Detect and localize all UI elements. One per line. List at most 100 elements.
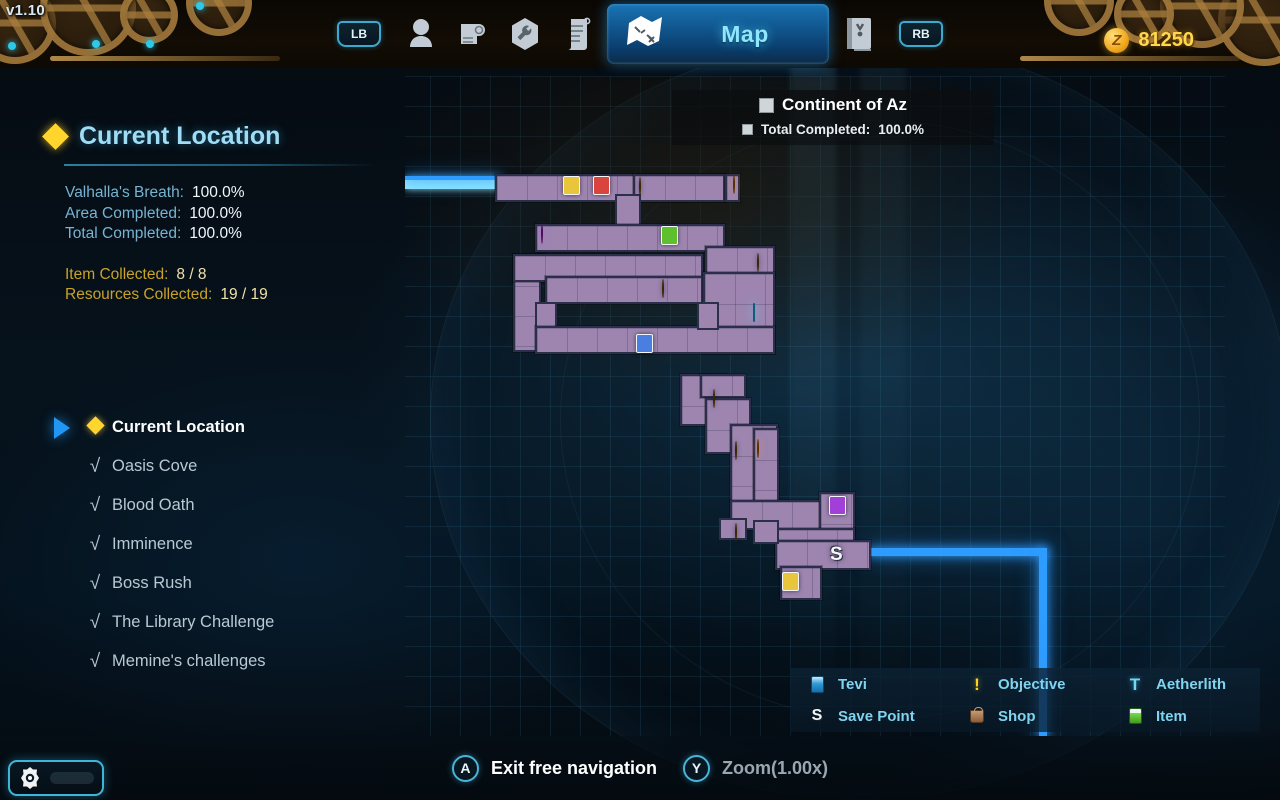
map-room bbox=[700, 374, 746, 398]
hint-zoom[interactable]: Y Zoom(1.00x) bbox=[683, 754, 829, 782]
legend-label: Objective bbox=[998, 675, 1066, 693]
tab-settings[interactable] bbox=[499, 11, 551, 57]
map-corridor bbox=[615, 194, 641, 226]
map-header-sub-row: Total Completed: 100.0% bbox=[672, 122, 994, 137]
map-room bbox=[633, 174, 725, 202]
right-bumper-button[interactable]: RB bbox=[899, 21, 943, 47]
stat-value: 100.0% bbox=[192, 184, 245, 201]
stat-key: Area Completed: bbox=[65, 204, 182, 222]
map-header-title-row: Continent of Az bbox=[672, 95, 994, 115]
hint-exit-free-navigation[interactable]: A Exit free navigation bbox=[451, 754, 657, 782]
sidebar-item-label: Imminence bbox=[112, 535, 193, 553]
tab-equipment[interactable] bbox=[447, 11, 499, 57]
map-path-segment bbox=[405, 176, 500, 180]
tab-bar: LB Map RB bbox=[0, 0, 1280, 68]
gear-icon bbox=[18, 766, 42, 790]
map-icon-item bbox=[636, 334, 653, 353]
legend-item-shop: Shop bbox=[968, 706, 1126, 725]
sidebar-item-label: Oasis Cove bbox=[112, 457, 198, 475]
sidebar-item-label: Current Location bbox=[112, 418, 245, 436]
journal-icon bbox=[847, 18, 871, 51]
button-a-icon: A bbox=[451, 754, 479, 782]
tevi-icon bbox=[808, 675, 826, 693]
version-label: v1.10 bbox=[6, 2, 46, 19]
location-list: Current Location √ Oasis Cove √ Blood Oa… bbox=[46, 408, 386, 681]
map-path-segment bbox=[405, 179, 500, 189]
scroll-icon bbox=[567, 17, 591, 50]
item-icon bbox=[1126, 708, 1144, 724]
collection-value: 19 / 19 bbox=[220, 286, 268, 303]
map-icon-gem bbox=[541, 225, 543, 244]
collection-row: Resources Collected: 19 / 19 bbox=[65, 285, 268, 306]
sidebar-item-label: Boss Rush bbox=[112, 574, 192, 592]
equipment-icon bbox=[461, 24, 485, 44]
stat-key: Valhalla's Breath: bbox=[65, 184, 184, 201]
map-corridor bbox=[753, 520, 779, 544]
sidebar-item-label: Memine's challenges bbox=[112, 652, 266, 670]
map-icon-item bbox=[829, 496, 846, 515]
map-completion-icon bbox=[741, 124, 753, 135]
map-icon-item bbox=[563, 176, 580, 195]
map-room bbox=[535, 224, 725, 252]
map-corridor bbox=[697, 302, 719, 330]
wrench-icon bbox=[512, 18, 538, 50]
legend-label: Aetherlith bbox=[1156, 675, 1227, 693]
sidebar-divider bbox=[64, 164, 376, 166]
map-icon-resource bbox=[757, 253, 759, 272]
map-canvas[interactable]: Continent of Az Total Completed: 100.0% bbox=[405, 76, 1225, 736]
map-header-icon bbox=[759, 97, 775, 113]
legend-item-aetherlith: T Aetherlith bbox=[1126, 676, 1278, 693]
sidebar-item-memines-challenges[interactable]: √ Memine's challenges bbox=[46, 642, 386, 681]
character-icon bbox=[410, 19, 432, 47]
sidebar-header: Current Location bbox=[42, 122, 281, 151]
collection-key: Item Collected: bbox=[65, 265, 169, 283]
save-point-icon: S bbox=[811, 707, 823, 724]
collection-key: Resources Collected: bbox=[65, 286, 213, 303]
map-icon-resource bbox=[735, 523, 737, 542]
map-corridor bbox=[719, 518, 747, 540]
tab-character[interactable] bbox=[395, 11, 447, 57]
hint-label: Exit free navigation bbox=[490, 757, 657, 778]
tab-journal[interactable] bbox=[833, 11, 885, 57]
legend-label: Tevi bbox=[838, 675, 867, 693]
legend-item-tevi: Tevi bbox=[808, 675, 968, 693]
sidebar-item-oasis-cove[interactable]: √ Oasis Cove bbox=[46, 447, 386, 486]
sidebar-item-library-challenge[interactable]: √ The Library Challenge bbox=[46, 603, 386, 642]
map-header: Continent of Az Total Completed: 100.0% bbox=[672, 90, 994, 145]
tab-map[interactable]: Map bbox=[607, 4, 829, 64]
stat-row: Total Completed: 100.0% bbox=[65, 224, 268, 245]
map-icon-aetherlith bbox=[753, 303, 755, 322]
page-title: Current Location bbox=[79, 122, 281, 150]
left-bumper-button[interactable]: LB bbox=[337, 21, 381, 47]
diamond-icon bbox=[42, 123, 69, 150]
sidebar-item-blood-oath[interactable]: √ Blood Oath bbox=[46, 486, 386, 525]
sidebar-stats: Valhalla's Breath: 100.0% Area Completed… bbox=[65, 183, 268, 306]
sidebar-item-label: Blood Oath bbox=[112, 496, 195, 514]
map-icon-save-point: S bbox=[830, 544, 843, 565]
legend-item-item: Item bbox=[1126, 708, 1278, 725]
settings-button[interactable] bbox=[8, 760, 104, 796]
selection-arrow-icon bbox=[46, 416, 78, 439]
bottom-bar: A Exit free navigation Y Zoom(1.00x) bbox=[0, 736, 1280, 800]
map-icon bbox=[625, 13, 665, 56]
map-icon-objective bbox=[757, 439, 759, 458]
check-icon: √ bbox=[89, 533, 101, 555]
coin-icon: Z bbox=[1104, 28, 1130, 53]
aetherlith-icon: T bbox=[1129, 674, 1141, 694]
map-icon-item bbox=[661, 226, 678, 245]
map-icon-objective bbox=[733, 175, 735, 194]
legend-item-objective: ! Objective bbox=[968, 676, 1126, 693]
map-completion-label: Total Completed: bbox=[760, 122, 871, 137]
map-icon-item bbox=[593, 176, 610, 195]
sidebar-item-current-location[interactable]: Current Location bbox=[46, 408, 386, 447]
sidebar-item-imminence[interactable]: √ Imminence bbox=[46, 525, 386, 564]
map-legend: Tevi ! Objective T Aetherlith S Save Poi… bbox=[790, 668, 1260, 732]
hint-label: Zoom(1.00x) bbox=[722, 757, 829, 778]
settings-slot bbox=[50, 772, 94, 784]
currency-amount: 81250 bbox=[1138, 29, 1194, 51]
sidebar-item-boss-rush[interactable]: √ Boss Rush bbox=[46, 564, 386, 603]
map-completion-value: 100.0% bbox=[878, 122, 925, 137]
button-y-icon: Y bbox=[683, 754, 710, 782]
check-icon: √ bbox=[89, 455, 101, 477]
tab-quests[interactable] bbox=[551, 11, 603, 57]
